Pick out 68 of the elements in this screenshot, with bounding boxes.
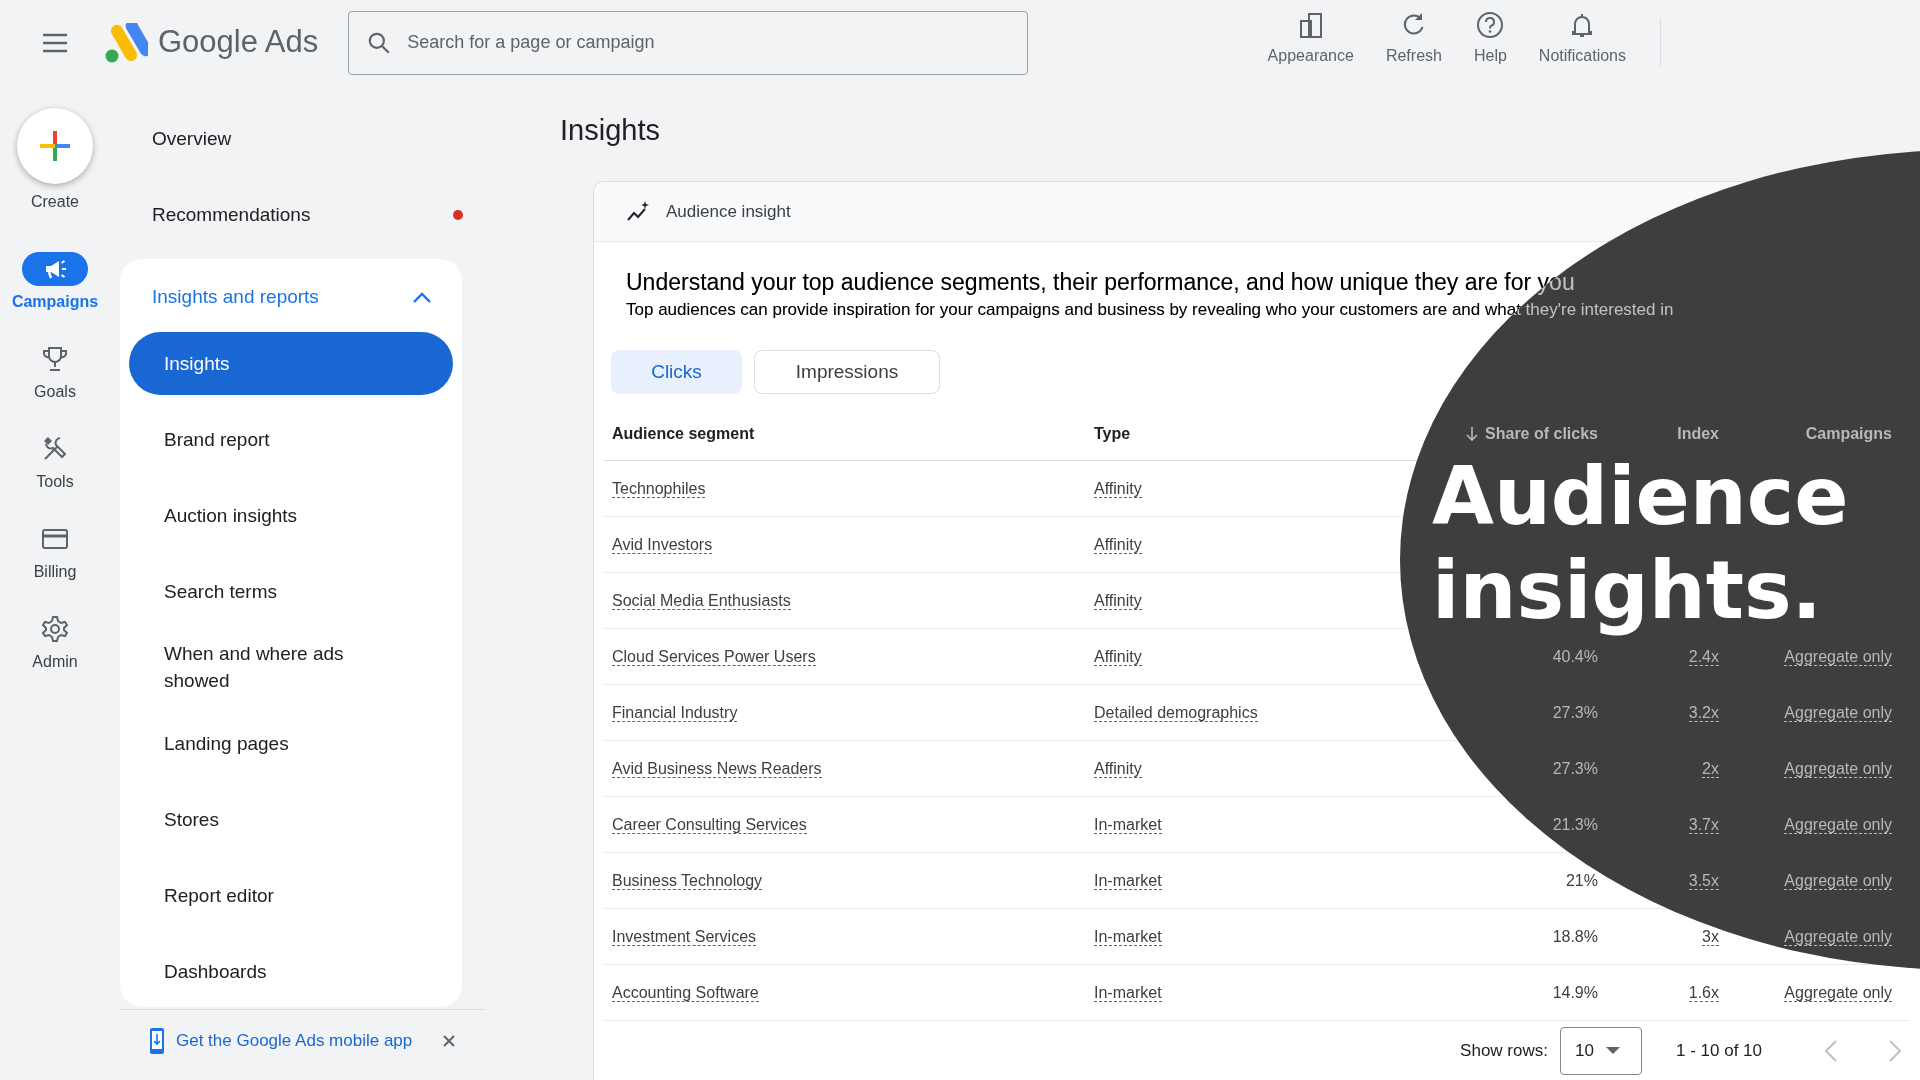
nav-subitem[interactable]: Dashboards: [129, 939, 453, 1003]
product-name: Google Ads: [158, 23, 319, 62]
segment-name[interactable]: Investment Services: [612, 927, 757, 946]
page-range: 1 - 10 of 10: [1676, 1039, 1762, 1062]
index-value[interactable]: 1.6x: [1688, 983, 1719, 1002]
create-label: Create: [31, 192, 79, 212]
segment-type[interactable]: Affinity: [1094, 535, 1142, 554]
section-header[interactable]: Insights and reports: [120, 271, 462, 325]
toolbar-button[interactable]: Help: [1459, 5, 1521, 68]
segment-name[interactable]: Business Technology: [612, 871, 763, 890]
metric-tab[interactable]: Impressions: [754, 350, 940, 395]
column-header[interactable]: Share of clicks: [1485, 421, 1598, 446]
metric-tab[interactable]: Clicks: [611, 350, 742, 395]
nav-subitem[interactable]: Stores: [129, 787, 453, 851]
nav-subitem[interactable]: Brand report: [129, 407, 453, 471]
segment-type[interactable]: In-market: [1094, 983, 1162, 1002]
share-value: 21%: [1565, 871, 1598, 889]
share-value: 40.4%: [1552, 647, 1598, 665]
campaigns-value[interactable]: Aggregate only: [1784, 983, 1892, 1002]
nav-subitem[interactable]: Report editor: [129, 863, 453, 927]
segment-name[interactable]: Social Media Enthusiasts: [612, 591, 791, 610]
nav-item[interactable]: Recommendations: [152, 200, 311, 230]
nav-subitem[interactable]: Insights: [129, 332, 453, 395]
segment-type[interactable]: Affinity: [1094, 591, 1142, 610]
rail-item[interactable]: Tools: [22, 432, 88, 494]
segment-type[interactable]: Affinity: [1094, 479, 1142, 498]
rows-dropdown[interactable]: 10: [1560, 1026, 1642, 1075]
nav-subitem[interactable]: When and where ads showed: [129, 635, 453, 699]
column-header[interactable]: Campaigns: [1805, 424, 1892, 442]
nav-item[interactable]: Overview: [152, 124, 232, 154]
segment-name[interactable]: Technophiles: [612, 479, 706, 498]
segment-type[interactable]: In-market: [1094, 871, 1162, 890]
card-label: Audience insight: [666, 200, 791, 223]
search-field[interactable]: Search for a page or campaign: [348, 10, 1029, 75]
segment-type[interactable]: Affinity: [1094, 759, 1142, 778]
promo-link[interactable]: Get the Google Ads mobile app: [176, 1028, 413, 1054]
share-value: 14.9%: [1552, 983, 1598, 1001]
page-title: Insights: [560, 113, 661, 148]
segment-type[interactable]: In-market: [1094, 815, 1162, 834]
segment-type[interactable]: In-market: [1094, 927, 1162, 946]
toolbar-button[interactable]: Appearance: [1253, 5, 1368, 68]
nav-subitem[interactable]: Search terms: [129, 559, 453, 623]
segment-name[interactable]: Career Consulting Services: [612, 815, 807, 834]
toolbar-button[interactable]: Notifications: [1524, 5, 1640, 68]
rail-item[interactable]: Campaigns: [11, 252, 99, 314]
share-value: 27.3%: [1552, 703, 1598, 721]
share-value: 18.8%: [1552, 927, 1598, 945]
rail-item[interactable]: Goals: [22, 342, 88, 404]
nav-subitem[interactable]: Auction insights: [129, 483, 453, 547]
overlay-title: Audience insights.: [1432, 450, 1850, 638]
rail-item[interactable]: Billing: [22, 522, 88, 584]
segment-type[interactable]: Affinity: [1094, 647, 1142, 666]
segment-name[interactable]: Financial Industry: [612, 703, 738, 722]
column-header: Audience segment: [611, 423, 756, 444]
segment-name[interactable]: Cloud Services Power Users: [612, 647, 816, 666]
share-value: 21.3%: [1552, 815, 1598, 833]
segment-name[interactable]: Accounting Software: [612, 983, 759, 1002]
segment-type[interactable]: Detailed demographics: [1094, 703, 1258, 722]
toolbar-button[interactable]: Refresh: [1371, 5, 1456, 68]
column-header[interactable]: Index: [1677, 424, 1719, 442]
segment-name[interactable]: Avid Investors: [612, 535, 713, 554]
rail-item[interactable]: Admin: [22, 612, 88, 674]
share-value: 27.3%: [1552, 759, 1598, 777]
card-subheading: Top audiences can provide inspiration for your campaigns and business by revealing who your customers are and what they're interested in: [626, 300, 1674, 320]
show-rows-label: Show rows:: [1460, 1039, 1548, 1062]
nav-subitem[interactable]: Landing pages: [129, 711, 453, 775]
segment-name[interactable]: Avid Business News Readers: [612, 759, 822, 778]
column-header: Type: [1094, 423, 1132, 444]
